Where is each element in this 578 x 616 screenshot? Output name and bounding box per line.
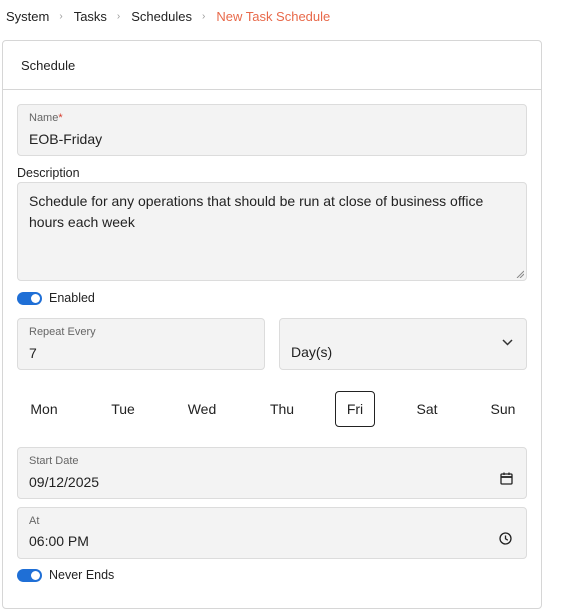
chevron-right-icon: ›: [116, 10, 121, 22]
name-field[interactable]: Name* EOB-Friday: [17, 104, 527, 156]
time-field[interactable]: At 06:00 PM: [17, 507, 527, 559]
never-ends-toggle-row[interactable]: Never Ends: [17, 568, 114, 582]
chevron-right-icon: ›: [201, 10, 206, 22]
start-date-input[interactable]: 09/12/2025: [29, 474, 99, 490]
day-thu[interactable]: Thu: [261, 391, 303, 427]
interval-unit-value: Day(s): [291, 344, 333, 360]
required-mark: *: [58, 112, 63, 124]
day-sun[interactable]: Sun: [482, 391, 524, 427]
never-ends-toggle[interactable]: [17, 568, 42, 582]
chevron-right-icon: ›: [59, 10, 63, 22]
day-picker: Mon Tue Wed Thu Fri Sat Sun: [3, 391, 543, 427]
time-label: At: [29, 515, 40, 527]
name-input[interactable]: EOB-Friday: [29, 131, 102, 147]
enabled-toggle[interactable]: [17, 291, 42, 305]
breadcrumb-current: New Task Schedule: [216, 8, 331, 24]
enabled-toggle-row[interactable]: Enabled: [17, 291, 95, 305]
clock-icon[interactable]: [499, 532, 512, 545]
day-tue[interactable]: Tue: [102, 391, 144, 427]
description-textarea[interactable]: Schedule for any operations that should …: [17, 182, 527, 281]
calendar-icon[interactable]: [500, 472, 513, 485]
repeat-every-field[interactable]: Repeat Every 7: [17, 318, 265, 370]
chevron-down-icon: [502, 339, 513, 346]
start-date-field[interactable]: Start Date 09/12/2025: [17, 447, 527, 499]
card-title: Schedule: [3, 41, 541, 90]
day-mon[interactable]: Mon: [23, 391, 65, 427]
start-date-label: Start Date: [29, 455, 79, 467]
schedule-card: Schedule Name* EOB-Friday Description Sc…: [2, 40, 542, 609]
day-sat[interactable]: Sat: [406, 391, 448, 427]
resize-handle-icon[interactable]: [516, 270, 524, 278]
name-label: Name*: [29, 112, 63, 124]
breadcrumb: System › Tasks › Schedules › New Task Sc…: [6, 8, 330, 24]
day-wed[interactable]: Wed: [181, 391, 223, 427]
repeat-every-label: Repeat Every: [29, 326, 96, 338]
breadcrumb-tasks[interactable]: Tasks: [74, 9, 107, 24]
time-input[interactable]: 06:00 PM: [29, 533, 89, 549]
breadcrumb-schedules[interactable]: Schedules: [131, 9, 192, 24]
interval-unit-select[interactable]: Day(s): [279, 318, 527, 370]
description-label: Description: [17, 166, 80, 180]
day-fri[interactable]: Fri: [335, 391, 375, 427]
description-text: Schedule for any operations that should …: [29, 193, 484, 230]
repeat-every-input[interactable]: 7: [29, 345, 37, 361]
breadcrumb-system[interactable]: System: [6, 9, 49, 24]
never-ends-label: Never Ends: [49, 568, 115, 582]
enabled-label: Enabled: [49, 291, 95, 305]
